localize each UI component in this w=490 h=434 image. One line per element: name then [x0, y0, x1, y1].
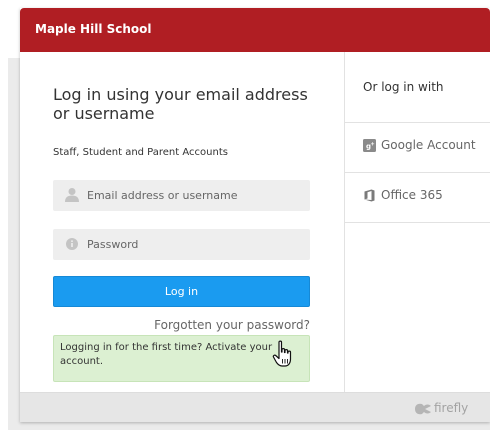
- hand-pointer-icon: [272, 340, 292, 367]
- activate-account-link[interactable]: Logging in for the first time? Activate …: [60, 342, 272, 367]
- google-login-button[interactable]: g + Google Account: [345, 123, 490, 171]
- google-plus-icon: g +: [363, 139, 376, 152]
- login-form: Log in using your email address or usern…: [20, 52, 344, 392]
- accounts-label: Staff, Student and Parent Accounts: [53, 147, 228, 158]
- office365-login-button[interactable]: Office 365: [345, 173, 490, 221]
- office365-login-label: Office 365: [381, 188, 443, 202]
- school-header: Maple Hill School: [20, 8, 490, 52]
- svg-text:+: +: [371, 142, 375, 148]
- firefly-logo: firefly: [414, 400, 478, 418]
- password-field: [53, 229, 310, 260]
- user-icon: [65, 188, 79, 202]
- password-input[interactable]: [87, 229, 302, 260]
- login-title: Log in using your email address or usern…: [53, 85, 308, 123]
- firefly-brand: firefly: [434, 401, 469, 415]
- google-login-label: Google Account: [381, 138, 476, 152]
- info-circle-icon: [66, 238, 78, 250]
- email-input[interactable]: [87, 180, 302, 211]
- alt-login-heading: Or log in with: [363, 80, 444, 94]
- login-button[interactable]: Log in: [53, 276, 310, 307]
- school-name: Maple Hill School: [35, 22, 152, 36]
- forgot-password-link[interactable]: Forgotten your password?: [154, 318, 310, 332]
- alt-login-panel: Or log in with g + Google Account Office…: [344, 52, 490, 392]
- office-icon: [364, 189, 375, 202]
- footer: firefly: [20, 392, 490, 422]
- login-card: Maple Hill School Log in using your emai…: [20, 8, 490, 422]
- divider: [345, 222, 490, 223]
- firefly-icon: [415, 403, 431, 415]
- email-field: [53, 180, 310, 211]
